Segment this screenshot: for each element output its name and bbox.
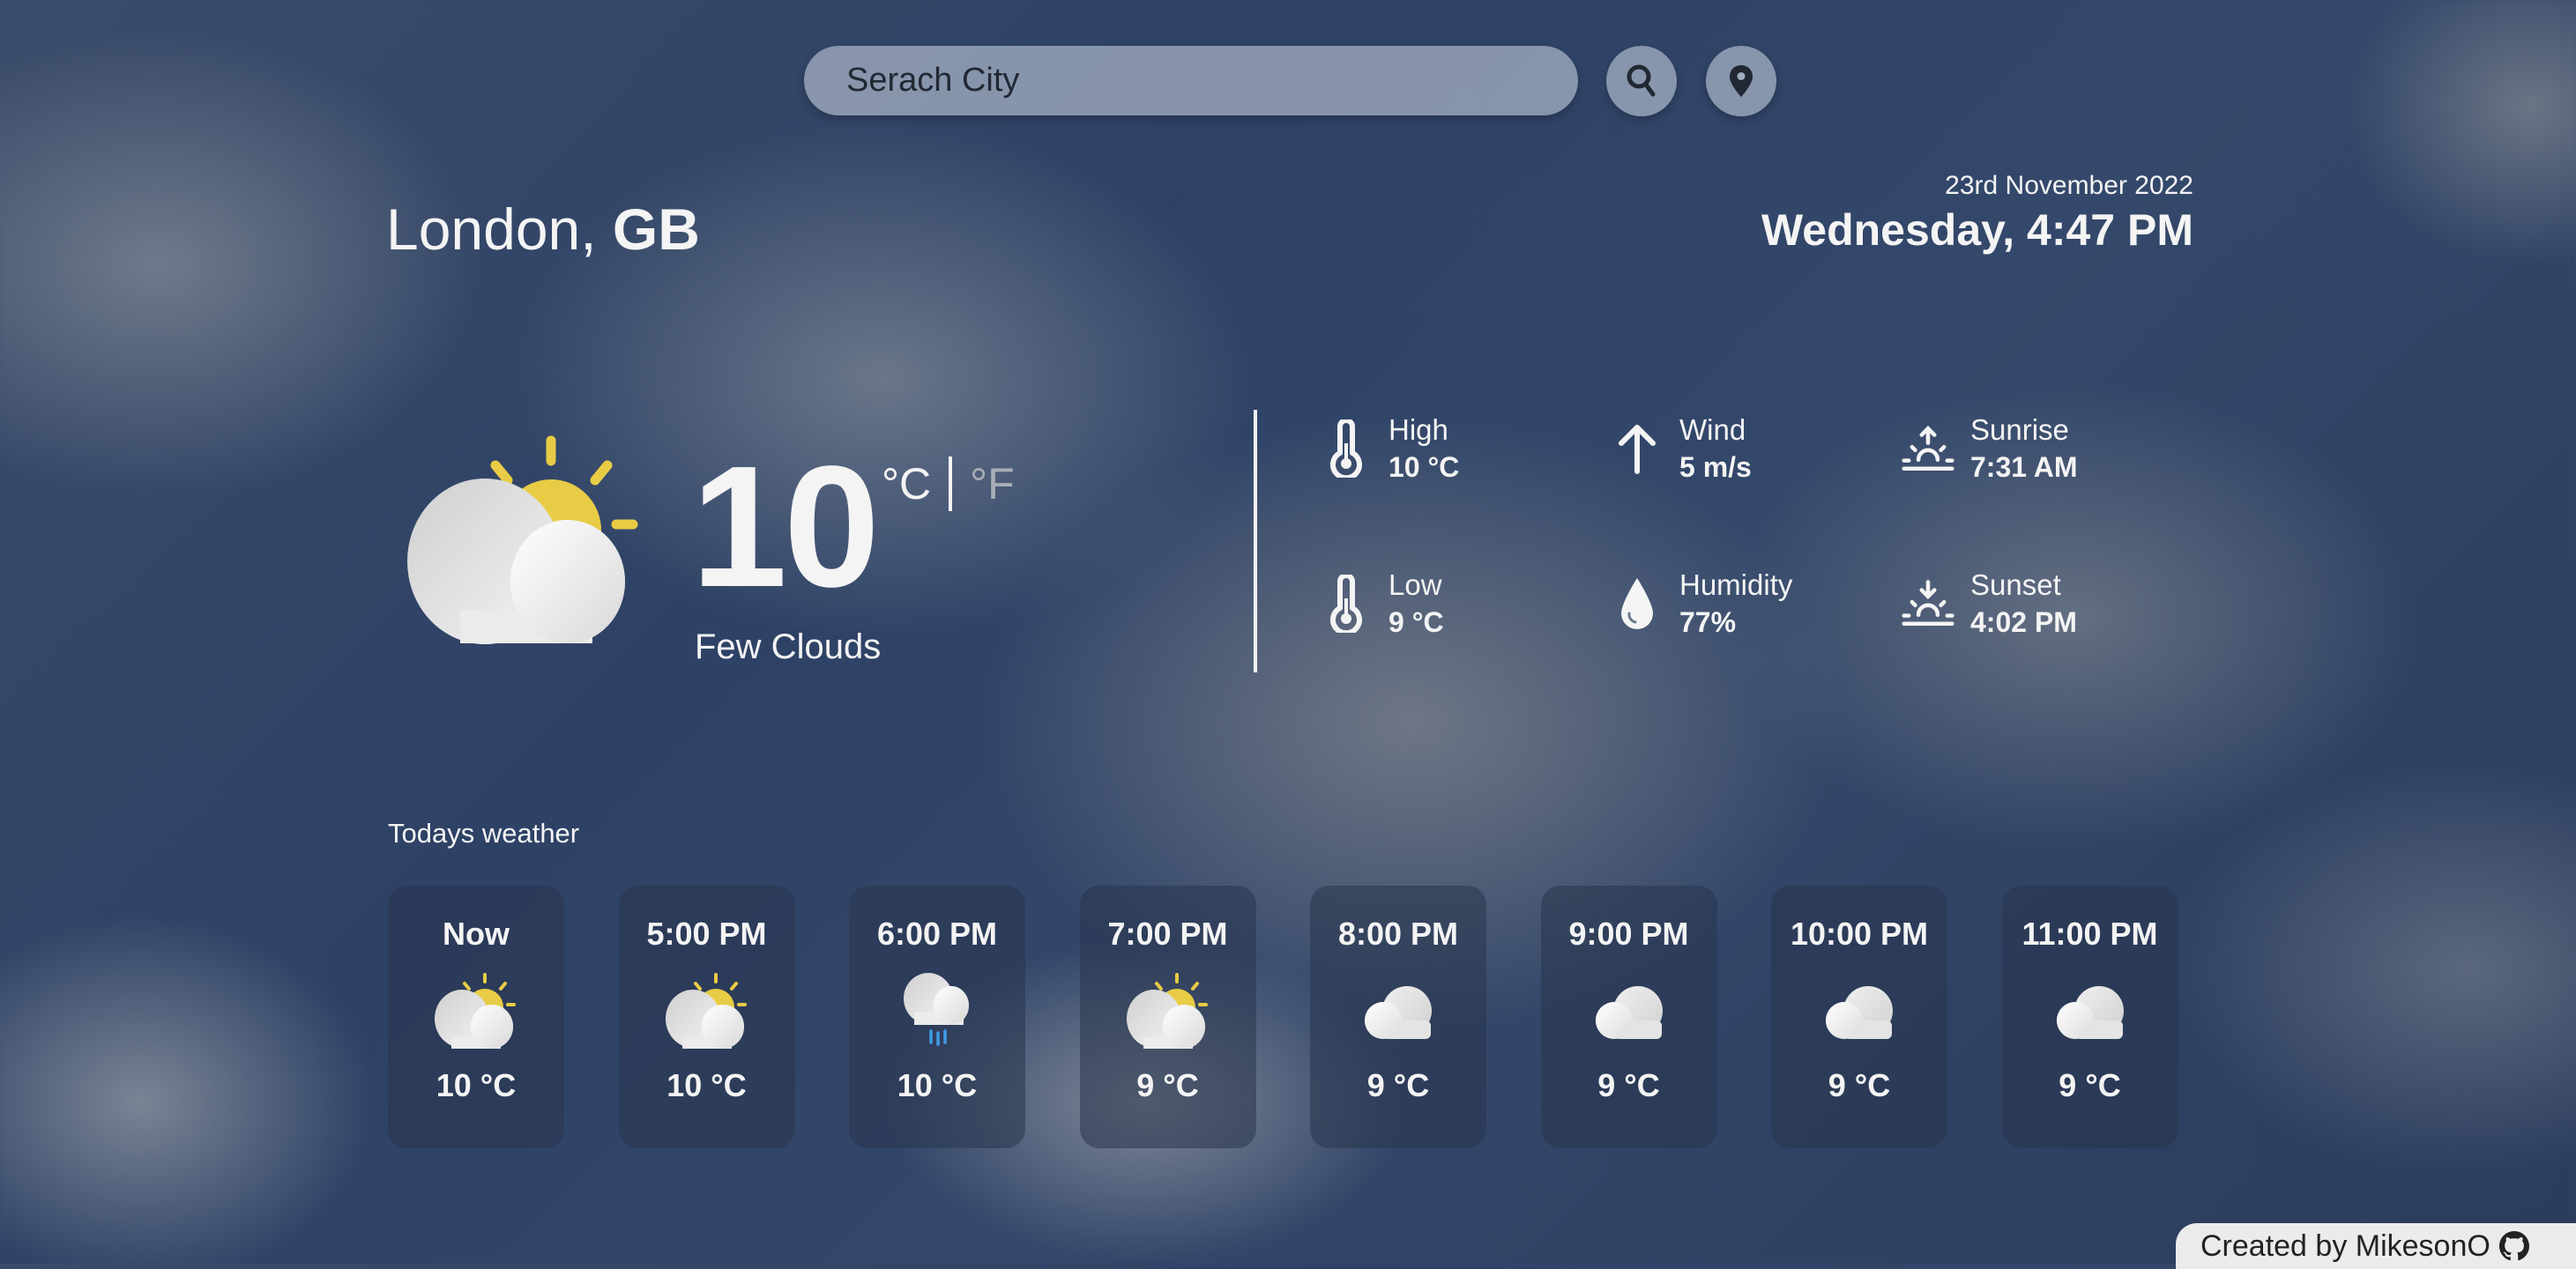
- hourly-forecast-title: Todays weather: [388, 818, 580, 849]
- footer-credit[interactable]: Created by MikesonO: [2176, 1223, 2576, 1269]
- partly-cloudy-icon: [663, 972, 751, 1051]
- detail-wind: Wind 5 m/s: [1611, 412, 1752, 486]
- thermometer-icon: [1320, 418, 1373, 479]
- detail-value: 10 °C: [1389, 450, 1460, 483]
- detail-label: High: [1389, 413, 1448, 446]
- city-name: London,: [386, 197, 597, 262]
- hourly-temp: 9 °C: [1136, 1067, 1199, 1103]
- wind-arrow-icon: [1611, 418, 1664, 479]
- current-location-button[interactable]: [1706, 46, 1776, 116]
- github-icon: [2498, 1231, 2529, 1261]
- hourly-temp: 9 °C: [1597, 1067, 1660, 1103]
- unit-separator: [949, 456, 953, 511]
- hourly-card: 5:00 PM 10 °C: [618, 886, 795, 1148]
- current-temperature: 10: [691, 430, 880, 623]
- detail-high: High 10 °C: [1320, 412, 1459, 486]
- hourly-card: 10:00 PM 9 °C: [1771, 886, 1947, 1148]
- detail-label: Low: [1389, 568, 1442, 601]
- sunset-icon: [1902, 573, 1954, 634]
- search-button[interactable]: [1606, 46, 1677, 116]
- hourly-card: 6:00 PM 10 °C: [849, 886, 1025, 1148]
- detail-value: 7:31 AM: [1970, 450, 2078, 483]
- detail-sunrise: Sunrise 7:31 AM: [1902, 412, 2078, 486]
- detail-value: 5 m/s: [1679, 450, 1752, 483]
- partly-cloudy-icon: [432, 972, 520, 1051]
- cloud-icon: [2046, 972, 2134, 1051]
- detail-label: Wind: [1679, 413, 1746, 446]
- hourly-card: 9:00 PM 9 °C: [1540, 886, 1717, 1148]
- partly-cloudy-icon: [1124, 972, 1212, 1051]
- cloud-icon: [1585, 972, 1673, 1051]
- humidity-drop-icon: [1611, 573, 1664, 634]
- hourly-temp: 9 °C: [1828, 1067, 1891, 1103]
- detail-label: Humidity: [1679, 568, 1793, 601]
- footer-text: Created by MikesonO: [2200, 1228, 2490, 1263]
- hourly-time: 7:00 PM: [1107, 916, 1228, 952]
- celsius-button[interactable]: °C: [882, 458, 931, 509]
- hourly-temp: 9 °C: [2059, 1067, 2121, 1103]
- country-code: GB: [612, 197, 700, 262]
- location-pin-icon: [1730, 65, 1753, 97]
- weather-description: Few Clouds: [695, 627, 882, 666]
- hourly-time: 10:00 PM: [1790, 916, 1929, 952]
- thermometer-icon: [1320, 573, 1373, 634]
- hourly-temp: 10 °C: [436, 1067, 517, 1103]
- hourly-temp: 10 °C: [666, 1067, 747, 1103]
- hourly-time: 5:00 PM: [646, 916, 767, 952]
- detail-value: 77%: [1679, 605, 1737, 638]
- current-date: 23rd November 2022: [1945, 171, 2193, 200]
- search-input[interactable]: [804, 46, 1578, 115]
- fahrenheit-button[interactable]: °F: [970, 458, 1015, 509]
- rain-cloud-icon: [893, 972, 981, 1051]
- search-icon: [1627, 64, 1656, 97]
- detail-value: 4:02 PM: [1970, 605, 2077, 638]
- sunrise-icon: [1902, 418, 1954, 479]
- hourly-time: Now: [443, 916, 510, 952]
- unit-toggle: °C °F: [882, 456, 1015, 511]
- current-day-time: Wednesday, 4:47 PM: [1761, 205, 2193, 255]
- hourly-temp: 9 °C: [1366, 1067, 1430, 1103]
- hourly-card: 8:00 PM 9 °C: [1310, 886, 1486, 1148]
- divider: [1254, 410, 1257, 672]
- hourly-temp: 10 °C: [897, 1067, 978, 1103]
- hourly-time: 6:00 PM: [876, 916, 998, 952]
- detail-value: 9 °C: [1389, 605, 1444, 638]
- city-title: London, GB: [386, 196, 700, 263]
- hourly-time: 11:00 PM: [2021, 916, 2158, 952]
- hourly-time: 9:00 PM: [1568, 916, 1689, 952]
- cloud-icon: [1815, 972, 1903, 1051]
- hourly-time: 8:00 PM: [1337, 916, 1459, 952]
- cloud-icon: [1354, 972, 1442, 1051]
- hourly-card: 11:00 PM 9 °C: [2001, 886, 2178, 1148]
- detail-label: Sunrise: [1970, 413, 2069, 446]
- detail-sunset: Sunset 4:02 PM: [1902, 567, 2077, 641]
- detail-low: Low 9 °C: [1320, 567, 1444, 641]
- partly-cloudy-day-icon: [407, 435, 638, 644]
- hourly-card: Now 10 °C: [388, 886, 564, 1148]
- hourly-card: 7:00 PM 9 °C: [1079, 886, 1256, 1148]
- detail-label: Sunset: [1970, 568, 2061, 601]
- detail-humidity: Humidity 77%: [1611, 567, 1792, 641]
